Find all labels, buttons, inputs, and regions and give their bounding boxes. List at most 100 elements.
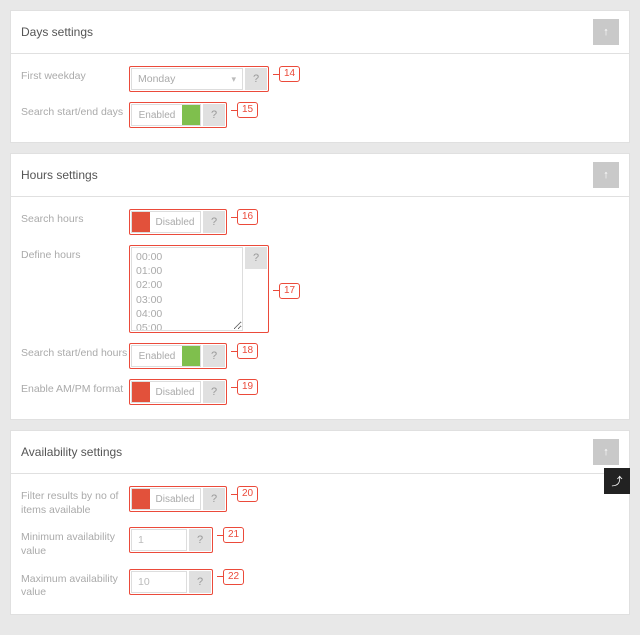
callout-22: 22 [217, 569, 244, 585]
days-settings-title: Days settings [21, 25, 93, 39]
help-button[interactable]: ? [245, 247, 267, 269]
list-item[interactable]: 01:00 [136, 264, 238, 278]
ampm-label: Enable AM/PM format [21, 379, 129, 397]
collapse-up-button[interactable]: ↑ [593, 162, 619, 188]
arrow-up-icon: ↑ [603, 26, 609, 38]
hours-settings-header: Hours settings ↑ [11, 154, 629, 197]
callout-number: 19 [237, 379, 258, 395]
first-weekday-row: First weekday Monday ▾ ? 14 [21, 66, 619, 92]
help-button[interactable]: ? [203, 211, 225, 233]
collapse-up-button[interactable]: ↑ [593, 439, 619, 465]
filter-control-group: Disabled ? [129, 486, 227, 512]
help-button[interactable]: ? [189, 529, 211, 551]
min-availability-control-group: 1 ? [129, 527, 213, 553]
days-settings-header: Days settings ↑ [11, 11, 629, 54]
first-weekday-select[interactable]: Monday ▾ [131, 68, 243, 90]
filter-label: Filter results by no of items available [21, 486, 129, 517]
search-days-row: Search start/end days Enabled ? 15 [21, 102, 619, 128]
define-hours-control-group: 00:00 01:00 02:00 03:00 04:00 05:00 ? [129, 245, 269, 333]
search-hours-toggle[interactable]: Disabled [131, 211, 201, 233]
callout-14: 14 [273, 66, 300, 82]
scroll-to-top-button[interactable]: ⤴ [604, 468, 630, 494]
collapse-up-button[interactable]: ↑ [593, 19, 619, 45]
availability-settings-title: Availability settings [21, 445, 122, 459]
toggle-handle-icon [182, 105, 200, 125]
search-hours-row: Search hours Disabled ? 16 [21, 209, 619, 235]
availability-settings-body: Filter results by no of items available … [11, 474, 629, 614]
list-item[interactable]: 03:00 [136, 293, 238, 307]
arrow-up-icon: ↑ [603, 169, 609, 181]
toggle-state-label: Disabled [150, 212, 200, 232]
ampm-toggle[interactable]: Disabled [131, 381, 201, 403]
callout-17: 17 [273, 280, 300, 299]
first-weekday-label: First weekday [21, 66, 129, 84]
define-hours-listbox[interactable]: 00:00 01:00 02:00 03:00 04:00 05:00 [131, 247, 243, 331]
arrow-up-icon: ↑ [603, 446, 609, 458]
hours-settings-title: Hours settings [21, 168, 98, 182]
help-button[interactable]: ? [203, 345, 225, 367]
search-hours-control-group: Disabled ? [129, 209, 227, 235]
toggle-state-label: Disabled [150, 489, 200, 509]
list-item[interactable]: 05:00 [136, 321, 238, 331]
list-item[interactable]: 02:00 [136, 278, 238, 292]
help-button[interactable]: ? [245, 68, 267, 90]
search-hours-label: Search hours [21, 209, 129, 227]
days-settings-panel: Days settings ↑ First weekday Monday ▾ ? [10, 10, 630, 143]
search-days-toggle[interactable]: Enabled [131, 104, 201, 126]
callout-20: 20 [231, 486, 258, 502]
chevron-down-icon: ▾ [231, 74, 236, 85]
search-days-control-group: Enabled ? [129, 102, 227, 128]
help-icon: ? [197, 576, 203, 588]
callout-18: 18 [231, 343, 258, 359]
help-icon: ? [211, 350, 217, 362]
help-icon: ? [253, 252, 259, 264]
filter-toggle[interactable]: Disabled [131, 488, 201, 510]
search-hours-range-toggle[interactable]: Enabled [131, 345, 201, 367]
min-availability-label: Minimum availability value [21, 527, 129, 558]
callout-21: 21 [217, 527, 244, 543]
search-hours-range-label: Search start/end hours [21, 343, 129, 361]
min-availability-input[interactable]: 1 [131, 529, 187, 551]
help-icon: ? [211, 493, 217, 505]
search-hours-range-control-group: Enabled ? [129, 343, 227, 369]
help-icon: ? [211, 109, 217, 121]
scroll-top-icon: ⤴ [612, 473, 623, 489]
max-availability-value: 10 [138, 576, 150, 588]
ampm-control-group: Disabled ? [129, 379, 227, 405]
availability-settings-header: Availability settings ↑ [11, 431, 629, 474]
define-hours-label: Define hours [21, 245, 129, 263]
toggle-handle-icon [182, 346, 200, 366]
help-button[interactable]: ? [203, 381, 225, 403]
toggle-state-label: Disabled [150, 382, 200, 402]
callout-number: 17 [279, 283, 300, 299]
hours-settings-panel: Hours settings ↑ Search hours Disabled ? [10, 153, 630, 420]
toggle-state-label: Enabled [132, 346, 182, 366]
first-weekday-control-group: Monday ▾ ? [129, 66, 269, 92]
help-icon: ? [253, 73, 259, 85]
help-button[interactable]: ? [189, 571, 211, 593]
help-icon: ? [211, 216, 217, 228]
filter-row: Filter results by no of items available … [21, 486, 619, 517]
list-item[interactable]: 04:00 [136, 307, 238, 321]
search-hours-range-row: Search start/end hours Enabled ? 18 [21, 343, 619, 369]
min-availability-row: Minimum availability value 1 ? 21 [21, 527, 619, 558]
hours-settings-body: Search hours Disabled ? 16 Defi [11, 197, 629, 419]
list-item[interactable]: 00:00 [136, 250, 238, 264]
max-availability-input[interactable]: 10 [131, 571, 187, 593]
search-days-label: Search start/end days [21, 102, 129, 120]
help-button[interactable]: ? [203, 488, 225, 510]
ampm-row: Enable AM/PM format Disabled ? 19 [21, 379, 619, 405]
help-icon: ? [211, 386, 217, 398]
callout-15: 15 [231, 102, 258, 118]
callout-number: 21 [223, 527, 244, 543]
max-availability-label: Maximum availability value [21, 569, 129, 600]
toggle-state-label: Enabled [132, 105, 182, 125]
help-icon: ? [197, 534, 203, 546]
callout-number: 18 [237, 343, 258, 359]
callout-number: 14 [279, 66, 300, 82]
toggle-handle-icon [132, 212, 150, 232]
define-hours-row: Define hours 00:00 01:00 02:00 03:00 04:… [21, 245, 619, 333]
callout-number: 16 [237, 209, 258, 225]
help-button[interactable]: ? [203, 104, 225, 126]
toggle-handle-icon [132, 382, 150, 402]
